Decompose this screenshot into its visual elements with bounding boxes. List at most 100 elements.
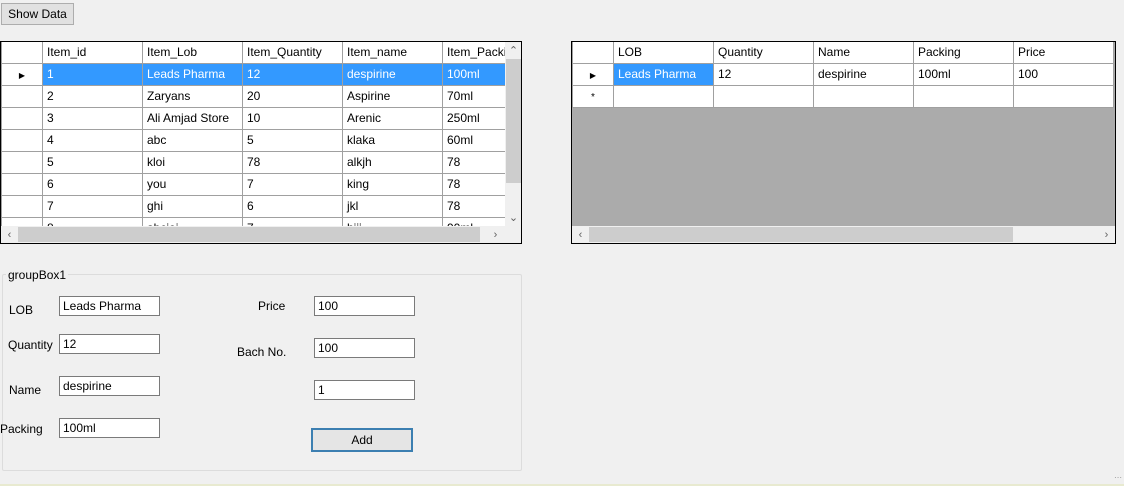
table-cell[interactable]: 3 [42, 106, 143, 130]
table-cell[interactable]: despirine [813, 62, 914, 86]
quantity-field[interactable]: 12 [59, 334, 160, 354]
unlabeled-field[interactable]: 1 [314, 380, 415, 400]
new-row[interactable]: * [572, 84, 1114, 108]
table-cell[interactable]: 78 [242, 150, 343, 174]
table-cell[interactable]: you [142, 172, 243, 196]
column-header[interactable]: Name [813, 42, 914, 64]
vertical-scrollbar[interactable]: ⌃ ⌄ [505, 42, 521, 226]
lob-field[interactable]: Leads Pharma [59, 296, 160, 316]
scroll-up-icon[interactable]: ⌃ [505, 42, 521, 59]
row-header-corner[interactable] [1, 42, 43, 64]
quantity-label: Quantity [8, 338, 53, 352]
table-cell[interactable]: despirine [342, 62, 443, 86]
scroll-down-icon[interactable]: ⌄ [505, 209, 521, 226]
price-field[interactable]: 100 [314, 296, 415, 316]
row-header[interactable] [1, 128, 43, 152]
row-header[interactable] [1, 150, 43, 174]
table-cell[interactable]: Leads Pharma [142, 62, 243, 86]
table-cell[interactable]: 1 [42, 62, 143, 86]
table-cell[interactable]: 7 [42, 194, 143, 218]
scroll-left-icon[interactable]: ‹ [572, 226, 589, 243]
horizontal-scroll-thumb[interactable] [18, 227, 480, 242]
table-row[interactable]: 7 ghi 6 jkl 78 [1, 194, 521, 218]
table-cell[interactable]: ghi [142, 194, 243, 218]
table-cell[interactable]: 2 [42, 84, 143, 108]
horizontal-scrollbar[interactable]: ‹ › [1, 226, 505, 243]
table-cell[interactable]: Ali Amjad Store [142, 106, 243, 130]
column-header[interactable]: Packing [913, 42, 1014, 64]
table-row[interactable]: 3 Ali Amjad Store 10 Arenic 250ml [1, 106, 521, 130]
table-cell[interactable]: Arenic [342, 106, 443, 130]
horizontal-scrollbar[interactable]: ‹ › [572, 226, 1115, 243]
current-row-arrow-icon: ▶ [589, 71, 597, 80]
row-header[interactable] [1, 106, 43, 130]
column-header[interactable]: LOB [613, 42, 714, 64]
row-header-corner[interactable] [572, 42, 614, 64]
row-header[interactable] [1, 194, 43, 218]
lob-label: LOB [9, 303, 34, 317]
table-cell[interactable]: 6 [242, 194, 343, 218]
items-grid[interactable]: Item_id Item_Lob Item_Quantity Item_name… [0, 41, 522, 244]
bach-no-field[interactable]: 100 [314, 338, 415, 358]
resize-grip-icon[interactable]: ⋯ [1114, 474, 1122, 482]
scroll-right-icon[interactable]: › [487, 226, 504, 243]
packing-field[interactable]: 100ml [59, 418, 160, 438]
table-cell[interactable]: 6 [42, 172, 143, 196]
column-header[interactable]: Item_Lob [142, 42, 243, 64]
column-header[interactable]: Item_name [342, 42, 443, 64]
column-header[interactable]: Item_Quantity [242, 42, 343, 64]
table-cell[interactable]: abc [142, 128, 243, 152]
table-cell[interactable] [613, 84, 714, 108]
table-cell[interactable]: alkjh [342, 150, 443, 174]
table-cell[interactable]: 5 [42, 150, 143, 174]
scrollbar-corner [505, 226, 521, 243]
horizontal-scroll-thumb[interactable] [589, 227, 1013, 242]
table-cell[interactable]: jkl [342, 194, 443, 218]
table-cell[interactable] [713, 84, 814, 108]
name-field[interactable]: despirine [59, 376, 160, 396]
column-header[interactable]: Price [1013, 42, 1114, 64]
table-row[interactable]: 2 Zaryans 20 Aspirine 70ml [1, 84, 521, 108]
table-cell[interactable] [913, 84, 1014, 108]
current-row-arrow-icon: ▶ [18, 71, 26, 80]
table-row[interactable]: ▶ 1 Leads Pharma 12 despirine 100ml [1, 62, 521, 86]
table-cell[interactable]: kloi [142, 150, 243, 174]
table-cell[interactable]: 12 [713, 62, 814, 86]
table-row[interactable]: 6 you 7 king 78 [1, 172, 521, 196]
table-cell[interactable]: klaka [342, 128, 443, 152]
row-header[interactable]: ▶ [1, 62, 43, 86]
table-row[interactable]: 5 kloi 78 alkjh 78 [1, 150, 521, 174]
scroll-right-icon[interactable]: › [1098, 226, 1115, 243]
table-cell[interactable]: 7 [242, 172, 343, 196]
row-header[interactable] [1, 172, 43, 196]
column-header[interactable]: Item_id [42, 42, 143, 64]
table-cell[interactable]: 20 [242, 84, 343, 108]
vertical-scroll-thumb[interactable] [506, 59, 521, 183]
column-header[interactable]: Quantity [713, 42, 814, 64]
name-label: Name [9, 383, 42, 397]
new-row-asterisk-icon: * [591, 92, 595, 103]
table-cell[interactable]: Leads Pharma [613, 62, 714, 86]
table-cell[interactable]: 4 [42, 128, 143, 152]
add-button[interactable]: Add [311, 428, 413, 452]
table-cell[interactable]: Zaryans [142, 84, 243, 108]
table-cell[interactable]: 5 [242, 128, 343, 152]
table-cell[interactable]: king [342, 172, 443, 196]
row-header[interactable]: ▶ [572, 62, 614, 86]
table-cell[interactable]: 100 [1013, 62, 1114, 86]
cart-grid[interactable]: LOB Quantity Name Packing Price ▶ Leads … [571, 41, 1116, 244]
table-cell[interactable]: 10 [242, 106, 343, 130]
cart-header-row: LOB Quantity Name Packing Price [572, 42, 1114, 64]
table-cell[interactable] [813, 84, 914, 108]
show-data-button[interactable]: Show Data [1, 3, 74, 25]
table-cell[interactable]: Aspirine [342, 84, 443, 108]
table-cell[interactable] [1013, 84, 1114, 108]
price-label: Price [258, 299, 286, 313]
table-row[interactable]: 4 abc 5 klaka 60ml [1, 128, 521, 152]
scroll-left-icon[interactable]: ‹ [1, 226, 18, 243]
table-cell[interactable]: 100ml [913, 62, 1014, 86]
row-header[interactable] [1, 84, 43, 108]
table-row[interactable]: ▶ Leads Pharma 12 despirine 100ml 100 [572, 62, 1114, 86]
row-header[interactable]: * [572, 84, 614, 108]
table-cell[interactable]: 12 [242, 62, 343, 86]
